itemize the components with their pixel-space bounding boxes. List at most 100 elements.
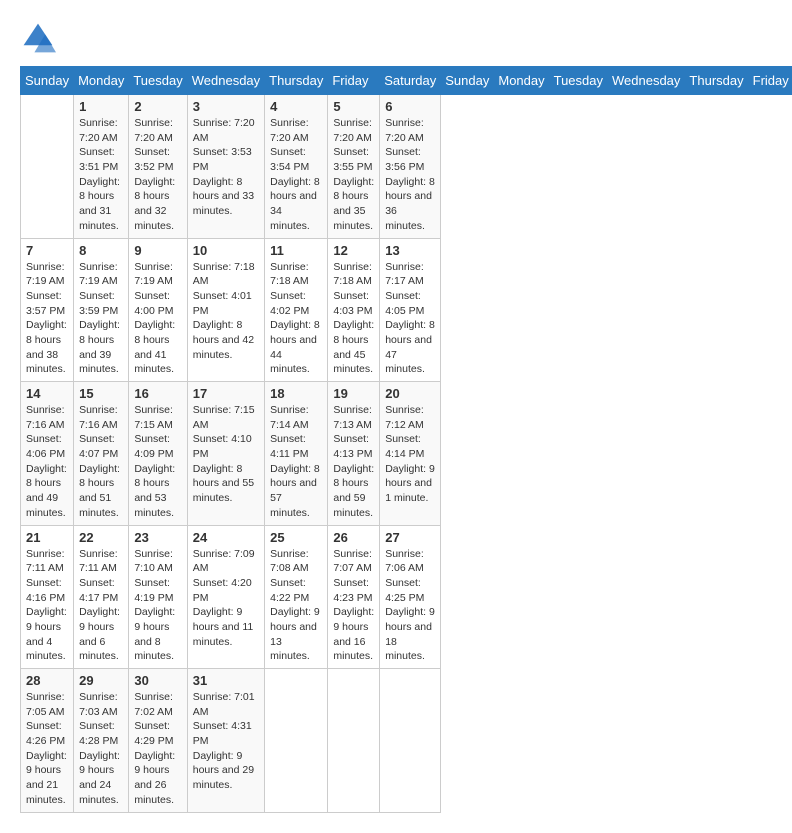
day-info: Sunrise: 7:15 AMSunset: 4:09 PMDaylight:…: [134, 403, 181, 521]
day-info: Sunrise: 7:20 AMSunset: 3:55 PMDaylight:…: [333, 116, 374, 234]
day-number: 27: [385, 530, 435, 545]
col-header-thursday: Thursday: [685, 67, 748, 95]
day-info: Sunrise: 7:01 AMSunset: 4:31 PMDaylight:…: [193, 690, 259, 793]
day-cell: 14 Sunrise: 7:16 AMSunset: 4:06 PMDayligh…: [21, 382, 74, 526]
day-info: Sunrise: 7:18 AMSunset: 4:01 PMDaylight:…: [193, 260, 259, 363]
day-number: 11: [270, 243, 322, 258]
day-cell: 23 Sunrise: 7:10 AMSunset: 4:19 PMDayligh…: [129, 525, 187, 669]
day-info: Sunrise: 7:16 AMSunset: 4:07 PMDaylight:…: [79, 403, 123, 521]
day-number: 3: [193, 99, 259, 114]
col-header-monday: Monday: [494, 67, 549, 95]
day-cell: 24Sunrise: 7:09 AMSunset: 4:20 PMDayligh…: [187, 525, 264, 669]
day-cell: 12Sunrise: 7:18 AMSunset: 4:03 PMDayligh…: [328, 238, 380, 382]
day-cell: 10 Sunrise: 7:18 AMSunset: 4:01 PMDayligh…: [187, 238, 264, 382]
col-header-friday: Friday: [748, 67, 792, 95]
logo-icon: [20, 20, 56, 56]
day-cell: 26 Sunrise: 7:07 AMSunset: 4:23 PMDayligh…: [328, 525, 380, 669]
day-number: 19: [333, 386, 374, 401]
day-number: 29: [79, 673, 123, 688]
day-number: 31: [193, 673, 259, 688]
week-row-2: 14 Sunrise: 7:16 AMSunset: 4:06 PMDayligh…: [21, 382, 792, 526]
header-sunday: Sunday: [21, 67, 74, 95]
day-info: Sunrise: 7:20 AMSunset: 3:56 PMDaylight:…: [385, 116, 435, 234]
day-number: 23: [134, 530, 181, 545]
day-info: Sunrise: 7:07 AMSunset: 4:23 PMDaylight:…: [333, 547, 374, 665]
page-header: [20, 20, 772, 56]
calendar-header-row: SundayMondayTuesdayWednesdayThursdayFrid…: [21, 67, 792, 95]
day-cell: 15Sunrise: 7:16 AMSunset: 4:07 PMDayligh…: [74, 382, 129, 526]
day-number: 30: [134, 673, 181, 688]
day-number: 7: [26, 243, 68, 258]
calendar-table: SundayMondayTuesdayWednesdayThursdayFrid…: [20, 66, 792, 813]
day-cell: 5 Sunrise: 7:20 AMSunset: 3:55 PMDaylight…: [328, 95, 380, 239]
day-info: Sunrise: 7:03 AMSunset: 4:28 PMDaylight:…: [79, 690, 123, 808]
day-number: 17: [193, 386, 259, 401]
day-info: Sunrise: 7:13 AMSunset: 4:13 PMDaylight:…: [333, 403, 374, 521]
day-number: 14: [26, 386, 68, 401]
day-cell: 20Sunrise: 7:12 AMSunset: 4:14 PMDayligh…: [380, 382, 441, 526]
header-saturday: Saturday: [380, 67, 441, 95]
day-number: 1: [79, 99, 123, 114]
day-cell: [328, 669, 380, 813]
day-cell: 19 Sunrise: 7:13 AMSunset: 4:13 PMDayligh…: [328, 382, 380, 526]
day-cell: 22Sunrise: 7:11 AMSunset: 4:17 PMDayligh…: [74, 525, 129, 669]
day-number: 24: [193, 530, 259, 545]
day-info: Sunrise: 7:12 AMSunset: 4:14 PMDaylight:…: [385, 403, 435, 506]
week-row-4: 28 Sunrise: 7:05 AMSunset: 4:26 PMDayligh…: [21, 669, 792, 813]
day-info: Sunrise: 7:02 AMSunset: 4:29 PMDaylight:…: [134, 690, 181, 808]
day-number: 18: [270, 386, 322, 401]
header-wednesday: Wednesday: [187, 67, 264, 95]
day-info: Sunrise: 7:20 AMSunset: 3:51 PMDaylight:…: [79, 116, 123, 234]
day-info: Sunrise: 7:06 AMSunset: 4:25 PMDaylight:…: [385, 547, 435, 665]
logo: [20, 20, 62, 56]
day-number: 26: [333, 530, 374, 545]
day-number: 21: [26, 530, 68, 545]
day-cell: 2 Sunrise: 7:20 AMSunset: 3:52 PMDaylight…: [129, 95, 187, 239]
header-tuesday: Tuesday: [129, 67, 187, 95]
day-cell: 8Sunrise: 7:19 AMSunset: 3:59 PMDaylight…: [74, 238, 129, 382]
day-number: 9: [134, 243, 181, 258]
day-cell: 13Sunrise: 7:17 AMSunset: 4:05 PMDayligh…: [380, 238, 441, 382]
week-row-1: 7Sunrise: 7:19 AMSunset: 3:57 PMDaylight…: [21, 238, 792, 382]
day-number: 13: [385, 243, 435, 258]
day-info: Sunrise: 7:20 AMSunset: 3:52 PMDaylight:…: [134, 116, 181, 234]
day-number: 6: [385, 99, 435, 114]
col-header-wednesday: Wednesday: [608, 67, 685, 95]
day-info: Sunrise: 7:20 AMSunset: 3:53 PMDaylight:…: [193, 116, 259, 219]
day-info: Sunrise: 7:19 AMSunset: 4:00 PMDaylight:…: [134, 260, 181, 378]
day-cell: 1 Sunrise: 7:20 AMSunset: 3:51 PMDaylight…: [74, 95, 129, 239]
day-cell: 7Sunrise: 7:19 AMSunset: 3:57 PMDaylight…: [21, 238, 74, 382]
day-info: Sunrise: 7:11 AMSunset: 4:16 PMDaylight:…: [26, 547, 68, 665]
day-info: Sunrise: 7:14 AMSunset: 4:11 PMDaylight:…: [270, 403, 322, 521]
day-info: Sunrise: 7:05 AMSunset: 4:26 PMDaylight:…: [26, 690, 68, 808]
day-number: 16: [134, 386, 181, 401]
day-number: 22: [79, 530, 123, 545]
day-info: Sunrise: 7:19 AMSunset: 3:59 PMDaylight:…: [79, 260, 123, 378]
col-header-sunday: Sunday: [441, 67, 494, 95]
day-info: Sunrise: 7:16 AMSunset: 4:06 PMDaylight:…: [26, 403, 68, 521]
day-number: 10: [193, 243, 259, 258]
day-number: 25: [270, 530, 322, 545]
day-info: Sunrise: 7:18 AMSunset: 4:02 PMDaylight:…: [270, 260, 322, 378]
day-cell: 11 Sunrise: 7:18 AMSunset: 4:02 PMDayligh…: [265, 238, 328, 382]
week-row-3: 21 Sunrise: 7:11 AMSunset: 4:16 PMDayligh…: [21, 525, 792, 669]
day-cell: 6 Sunrise: 7:20 AMSunset: 3:56 PMDaylight…: [380, 95, 441, 239]
day-number: 12: [333, 243, 374, 258]
week-row-0: 1 Sunrise: 7:20 AMSunset: 3:51 PMDaylight…: [21, 95, 792, 239]
day-number: 28: [26, 673, 68, 688]
day-cell: 18 Sunrise: 7:14 AMSunset: 4:11 PMDayligh…: [265, 382, 328, 526]
header-monday: Monday: [74, 67, 129, 95]
day-cell: 9 Sunrise: 7:19 AMSunset: 4:00 PMDaylight…: [129, 238, 187, 382]
day-cell: 29 Sunrise: 7:03 AMSunset: 4:28 PMDayligh…: [74, 669, 129, 813]
day-cell: 27 Sunrise: 7:06 AMSunset: 4:25 PMDayligh…: [380, 525, 441, 669]
day-info: Sunrise: 7:08 AMSunset: 4:22 PMDaylight:…: [270, 547, 322, 665]
day-cell: [265, 669, 328, 813]
day-cell: 4Sunrise: 7:20 AMSunset: 3:54 PMDaylight…: [265, 95, 328, 239]
col-header-tuesday: Tuesday: [549, 67, 607, 95]
day-number: 5: [333, 99, 374, 114]
day-info: Sunrise: 7:10 AMSunset: 4:19 PMDaylight:…: [134, 547, 181, 665]
day-cell: 3 Sunrise: 7:20 AMSunset: 3:53 PMDaylight…: [187, 95, 264, 239]
day-cell: [380, 669, 441, 813]
day-info: Sunrise: 7:15 AMSunset: 4:10 PMDaylight:…: [193, 403, 259, 506]
day-number: 2: [134, 99, 181, 114]
